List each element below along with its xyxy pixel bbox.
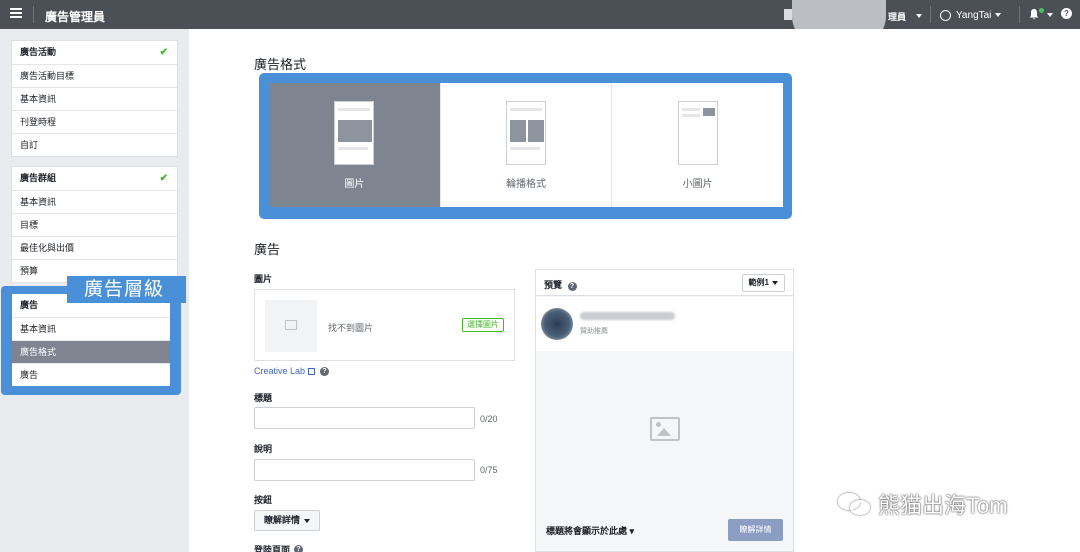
preview-post-header: 贊助推薦	[536, 297, 793, 351]
image-picker: 找不到圖片 選擇圖片	[254, 289, 515, 361]
document-icon[interactable]	[784, 9, 792, 20]
single-image-thumbnail-icon	[334, 101, 375, 165]
sidebar-item-campaign-objective[interactable]: 廣告活動目標	[12, 64, 177, 87]
user-icon	[940, 9, 951, 21]
sidebar: 廣告活動 ✔ 廣告活動目標 基本資訊 刊登時程 自訂 廣告群組 ✔ 基本資訊 目…	[0, 29, 189, 552]
user-menu[interactable]: YangTai	[940, 7, 1002, 23]
hamburger-menu-icon[interactable]	[10, 8, 22, 20]
headline-char-count: 0/20	[480, 414, 498, 424]
sidebar-item-optimization-bidding[interactable]: 最佳化與出價	[12, 236, 177, 259]
preview-headline-placeholder: 標題將會顯示於此處 ▾	[546, 526, 635, 536]
help-icon[interactable]: ?	[567, 282, 577, 291]
creative-lab-link[interactable]: Creative Lab	[254, 366, 305, 376]
format-card-small-image[interactable]: 小圖片	[611, 83, 784, 207]
no-image-text: 找不到圖片	[328, 323, 374, 333]
chevron-down-icon	[995, 13, 1002, 17]
top-bar: 廣告管理員 理員 YangTai ?	[0, 0, 1080, 46]
sidebar-item-campaign[interactable]: 廣告活動 ✔	[12, 41, 177, 64]
image-placeholder	[265, 300, 317, 352]
campaign-nav-group: 廣告活動 ✔ 廣告活動目標 基本資訊 刊登時程 自訂	[11, 40, 178, 157]
call-to-action-dropdown[interactable]: 瞭解詳情	[254, 510, 321, 531]
notification-dot	[1039, 8, 1044, 13]
ad-nav-group: 廣告 基本資訊 廣告格式 廣告	[12, 294, 170, 386]
image-placeholder-icon	[650, 417, 680, 441]
format-card-carousel[interactable]: 輪播格式	[439, 83, 612, 207]
ad-section-title: 廣告	[254, 242, 281, 257]
avatar	[541, 308, 573, 340]
page-name-redacted	[580, 312, 675, 320]
format-card-single-image[interactable]: 圖片	[269, 83, 440, 207]
account-menu-label: 理員	[888, 12, 907, 22]
checkmark-icon: ✔	[159, 47, 168, 58]
small-image-thumbnail-icon	[677, 101, 718, 165]
topbar-separator	[1019, 6, 1020, 23]
sidebar-item-basic-info[interactable]: 基本資訊	[12, 317, 170, 340]
watermark-text: 熊猫出海Tom	[878, 493, 1008, 518]
ad-preview-panel: 預覽 ? 範例1 贊助推薦 標題將會顯示於此處 ▾ 瞭解詳情	[535, 269, 794, 552]
account-menu[interactable]: 理員	[882, 6, 922, 23]
format-card-label: 小圖片	[682, 179, 713, 190]
select-image-button[interactable]: 選擇圖片	[462, 318, 504, 332]
image-icon	[285, 320, 297, 330]
chevron-down-icon	[304, 518, 311, 523]
preview-title-row: 預覽 ?	[544, 278, 577, 291]
chevron-down-icon	[916, 14, 922, 18]
headline-input[interactable]	[254, 407, 475, 429]
notifications-menu[interactable]	[1029, 7, 1053, 22]
adset-nav-group: 廣告群組 ✔ 基本資訊 目標 最佳化與出價 預算	[11, 166, 178, 283]
sidebar-item-label: 廣告活動	[20, 47, 57, 57]
sidebar-item-ad-format[interactable]: 廣告格式	[12, 340, 170, 363]
dropdown-value: 瞭解詳情	[264, 515, 301, 525]
app-title: 廣告管理員	[45, 10, 106, 24]
help-icon[interactable]: ?	[1061, 8, 1072, 19]
sidebar-item-label: 廣告群組	[20, 173, 57, 183]
image-field-label: 圖片	[254, 274, 273, 284]
sidebar-item-basic-info[interactable]: 基本資訊	[12, 190, 177, 213]
bell-icon	[1029, 9, 1039, 20]
preview-cta-button[interactable]: 瞭解詳情	[728, 519, 783, 541]
ad-format-title: 廣告格式	[254, 57, 307, 72]
sidebar-item-ad-creative[interactable]: 廣告	[12, 363, 170, 386]
sidebar-item-schedule[interactable]: 刊登時程	[12, 110, 177, 133]
sidebar-item-basic-info[interactable]: 基本資訊	[12, 87, 177, 110]
main-content: 廣告格式 圖片 輪播格式 小圖片 廣告 圖片 找不到圖片 選擇圖片 Creati…	[189, 29, 1080, 552]
topbar-separator	[930, 6, 931, 23]
watermark: 熊猫出海Tom	[838, 488, 1008, 520]
topbar-divider	[33, 6, 34, 23]
button-field-label: 按鈕	[254, 495, 273, 505]
sidebar-item-adset[interactable]: 廣告群組 ✔	[12, 167, 177, 190]
creative-lab-row: Creative Lab ?	[254, 366, 330, 376]
chevron-down-icon	[1047, 13, 1053, 17]
description-input[interactable]	[254, 459, 475, 481]
ad-format-options: 圖片 輪播格式 小圖片	[269, 83, 784, 207]
description-label: 說明	[254, 444, 273, 454]
help-icon[interactable]: ?	[294, 545, 304, 552]
description-char-count: 0/75	[480, 465, 498, 475]
format-card-label: 輪播格式	[506, 179, 546, 190]
sponsored-label: 贊助推薦	[580, 328, 608, 335]
format-card-label: 圖片	[344, 179, 365, 190]
user-name: YangTai	[956, 9, 992, 21]
dropdown-value: 範例1	[748, 278, 769, 287]
preview-header: 預覽 ? 範例1	[536, 270, 793, 296]
checkmark-icon: ✔	[159, 173, 168, 184]
sidebar-item-targeting[interactable]: 目標	[12, 213, 177, 236]
external-link-icon[interactable]	[308, 367, 316, 375]
wechat-icon	[838, 491, 872, 517]
ad-level-annotation: 廣告層級	[67, 276, 186, 303]
carousel-thumbnail-icon	[506, 101, 546, 165]
chevron-down-icon	[772, 280, 778, 285]
help-icon[interactable]: ?	[320, 366, 330, 376]
landing-page-row: 登陸頁面 ?	[254, 543, 304, 552]
headline-label: 標題	[254, 393, 273, 403]
preview-example-dropdown[interactable]: 範例1	[741, 274, 785, 292]
preview-title: 預覽	[544, 280, 563, 290]
sidebar-item-custom[interactable]: 自訂	[12, 133, 177, 156]
ad-format-highlight-frame: 圖片 輪播格式 小圖片	[259, 73, 792, 219]
landing-page-label: 登陸頁面	[254, 545, 291, 552]
